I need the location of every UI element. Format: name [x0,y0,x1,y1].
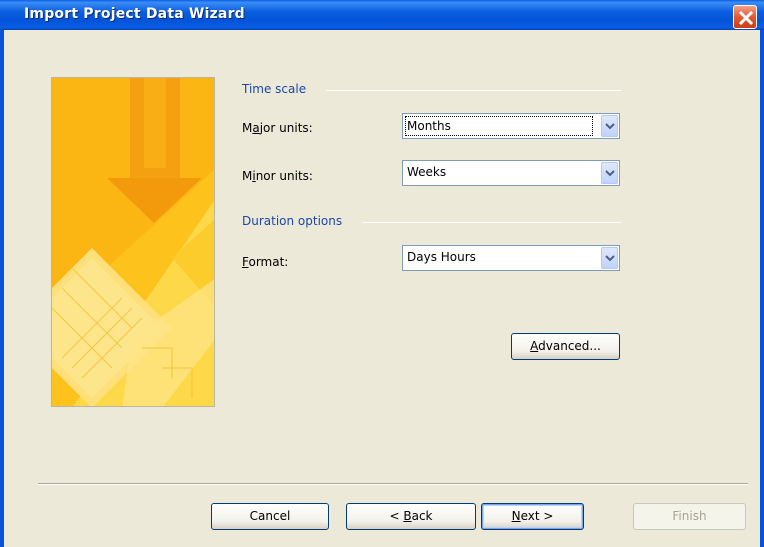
wizard-window: Import Project Data Wizard Time scale Ma… [0,0,764,547]
format-dropdown[interactable]: Days Hours [402,245,620,271]
format-label: Format: [242,255,289,269]
major-units-dropdown-button[interactable] [601,115,618,137]
window-frame-right [760,30,764,547]
minor-units-dropdown[interactable]: Weeks [402,160,620,186]
title-bar[interactable]: Import Project Data Wizard [0,0,764,30]
advanced-button[interactable]: Advanced... [511,333,620,360]
close-icon [738,10,754,26]
major-units-dropdown[interactable]: Months [402,113,620,139]
time-scale-divider [326,90,621,91]
next-button[interactable]: Next > [481,503,584,530]
minor-units-dropdown-button[interactable] [601,162,618,184]
format-dropdown-button[interactable] [601,247,618,269]
minor-units-value: Weeks [407,165,447,179]
minor-units-label: Minor units: [242,169,313,183]
finish-button[interactable]: Finish [633,503,746,530]
back-button[interactable]: < Back [346,503,476,530]
cancel-button[interactable]: Cancel [211,503,329,530]
major-units-label: Major units: [242,121,313,135]
window-frame-left [0,30,4,547]
chevron-down-icon [605,123,615,130]
time-scale-group-label: Time scale [242,82,307,96]
chevron-down-icon [605,170,615,177]
close-button[interactable] [733,5,757,29]
window-title: Import Project Data Wizard [24,6,245,22]
chevron-down-icon [605,255,615,262]
footer-separator [38,483,748,485]
wizard-banner-image [51,77,215,407]
duration-options-divider [362,222,621,223]
duration-options-group-label: Duration options [242,214,343,228]
major-units-value: Months [405,116,593,136]
format-value: Days Hours [407,250,476,264]
